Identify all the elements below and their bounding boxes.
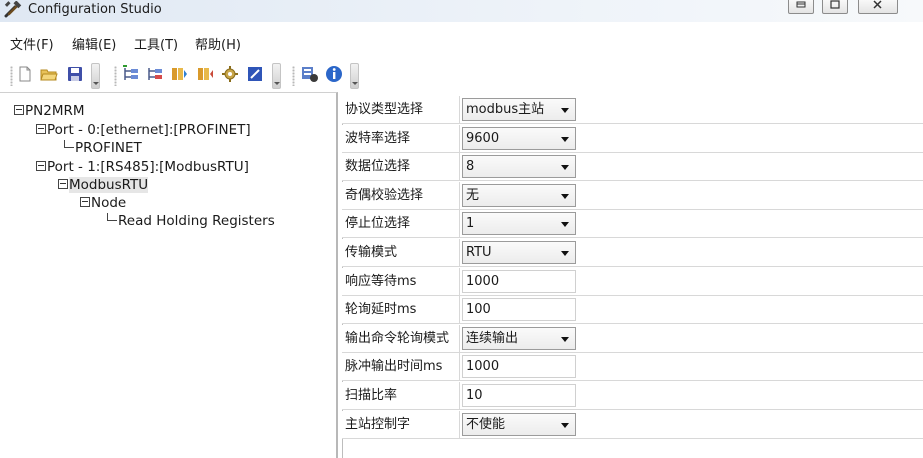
tree-node-port1[interactable]: Port - 1:[RS485]:[ModbusRTU]: [36, 158, 249, 176]
toolbar-overflow-button[interactable]: [91, 63, 100, 89]
transfer-mode-select[interactable]: RTU: [462, 241, 576, 264]
property-label: 奇偶校验选择: [342, 181, 459, 210]
close-button[interactable]: [858, 0, 898, 14]
info-icon[interactable]: [325, 65, 343, 83]
property-row-stopbits: 停止位选择 1: [342, 210, 923, 239]
add-tree-icon[interactable]: [122, 65, 140, 83]
pulse-time-input[interactable]: 1000: [462, 355, 576, 379]
property-label: 扫描比率: [342, 382, 459, 410]
collapse-icon[interactable]: [36, 124, 46, 134]
databits-select[interactable]: 8: [462, 155, 576, 179]
property-row-pulse-time: 脉冲输出时间ms 1000: [342, 353, 923, 382]
parity-select[interactable]: 无: [462, 183, 576, 207]
menu-file[interactable]: 文件(F): [10, 34, 54, 53]
output-poll-mode-select[interactable]: 连续输出: [462, 326, 576, 350]
toolbar-grip[interactable]: [292, 66, 295, 86]
window-title: Configuration Studio: [28, 2, 162, 17]
property-row-master-control: 主站控制字 不使能: [342, 410, 923, 439]
property-label: 响应等待ms: [342, 267, 459, 296]
property-row-scan-ratio: 扫描比率 10: [342, 382, 923, 410]
toolbar-overflow-button[interactable]: [272, 63, 281, 89]
toolbar-grip[interactable]: [114, 66, 117, 86]
baudrate-select[interactable]: 9600: [462, 126, 576, 150]
stopbits-select[interactable]: 1: [462, 212, 576, 236]
property-label: 输出命令轮询模式: [342, 324, 459, 353]
menu-edit[interactable]: 编辑(E): [72, 34, 116, 53]
property-row-databits: 数据位选择 8: [342, 153, 923, 182]
menu-bar: 文件(F) 编辑(E) 工具(T) 帮助(H): [0, 22, 923, 60]
tree-node-read-holding-registers[interactable]: Read Holding Registers: [107, 212, 275, 230]
property-label: 数据位选择: [342, 153, 459, 182]
scan-ratio-input[interactable]: 10: [462, 384, 576, 407]
response-wait-input[interactable]: 1000: [462, 269, 576, 293]
collapse-icon[interactable]: [14, 105, 24, 115]
config-wizard-icon[interactable]: [300, 65, 318, 83]
minimize-button[interactable]: [788, 0, 814, 14]
menu-help[interactable]: 帮助(H): [195, 34, 241, 53]
tree-node-port0[interactable]: Port - 0:[ethernet]:[PROFINET]: [36, 121, 251, 139]
tree-node-node[interactable]: Node: [80, 194, 126, 212]
property-label: 轮询延时ms: [342, 296, 459, 325]
maximize-button[interactable]: [822, 0, 848, 14]
property-label: 主站控制字: [342, 410, 459, 439]
menu-tools[interactable]: 工具(T): [134, 34, 178, 53]
title-bar: Configuration Studio: [0, 0, 923, 22]
master-control-select[interactable]: 不使能: [462, 412, 576, 436]
remove-tree-icon[interactable]: [146, 65, 164, 83]
collapse-icon[interactable]: [80, 197, 90, 207]
collapse-icon[interactable]: [36, 161, 46, 171]
toolbar: [0, 60, 923, 92]
new-file-icon[interactable]: [16, 65, 34, 83]
protocol-select[interactable]: modbus主站: [462, 98, 576, 121]
toolbar-grip[interactable]: [10, 66, 13, 86]
poll-delay-input[interactable]: 100: [462, 298, 576, 322]
settings-gear-icon[interactable]: [221, 65, 239, 83]
property-label: 协议类型选择: [342, 96, 459, 124]
save-icon[interactable]: [66, 65, 84, 83]
export-icon[interactable]: [196, 65, 214, 83]
property-row-response-wait: 响应等待ms 1000: [342, 267, 923, 296]
collapse-icon[interactable]: [58, 179, 68, 189]
import-icon[interactable]: [170, 65, 188, 83]
property-row-transfer-mode: 传输模式 RTU: [342, 239, 923, 267]
tree-node-profinet[interactable]: PROFINET: [64, 139, 142, 157]
tree-connector: [64, 140, 74, 148]
open-folder-icon[interactable]: [40, 65, 58, 83]
tree-node-modbusrtu[interactable]: ModbusRTU: [58, 176, 149, 194]
property-row-poll-delay: 轮询延时ms 100: [342, 296, 923, 325]
property-label: 停止位选择: [342, 210, 459, 239]
property-row-output-poll-mode: 输出命令轮询模式 连续输出: [342, 324, 923, 353]
property-row-protocol: 协议类型选择 modbus主站: [342, 96, 923, 124]
property-row-baudrate: 波特率选择 9600: [342, 124, 923, 153]
property-label: 传输模式: [342, 239, 459, 267]
tree-node-root[interactable]: PN2MRM: [14, 102, 85, 120]
tree-connector: [107, 213, 117, 221]
property-label: 脉冲输出时间ms: [342, 353, 459, 382]
property-row-parity: 奇偶校验选择 无: [342, 181, 923, 210]
tools-icon: [4, 0, 22, 19]
edit-icon[interactable]: [246, 65, 264, 83]
toolbar-overflow-button[interactable]: [350, 63, 359, 89]
property-label: 波特率选择: [342, 124, 459, 153]
project-tree: PN2MRM Port - 0:[ethernet]:[PROFINET] PR…: [0, 92, 338, 458]
